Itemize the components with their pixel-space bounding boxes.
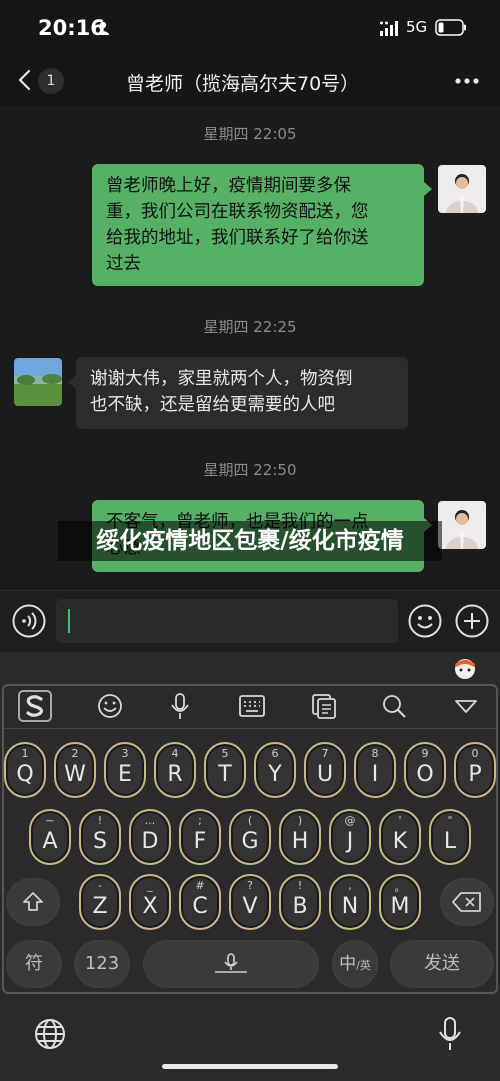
bubble-tail (68, 375, 76, 389)
more-options-icon[interactable] (452, 72, 482, 90)
key-g[interactable]: (G (229, 809, 271, 865)
key-k[interactable]: ' K (379, 809, 421, 865)
message-timestamp: 星期四 22:50 (203, 461, 297, 479)
key-c[interactable]: # C (179, 874, 221, 930)
bubble-tail (424, 182, 432, 196)
emoji-icon[interactable] (408, 604, 442, 638)
voice-input-icon[interactable] (12, 604, 46, 638)
key-a[interactable]: ~ A (29, 809, 71, 865)
key-l[interactable]: " L (429, 809, 471, 865)
language-label-sub: /英 (356, 959, 371, 972)
key-p[interactable]: 0P (454, 742, 496, 798)
key-m[interactable]: 。 M (379, 874, 421, 930)
message-line: 也不缺，还是留给更需要的人吧 (90, 395, 335, 415)
space-mic-icon (215, 953, 247, 973)
battery-icon (435, 19, 466, 36)
key-j[interactable]: @ J (329, 809, 371, 865)
key-t[interactable]: 5T (204, 742, 246, 798)
send-key[interactable]: 发送 (390, 940, 494, 988)
message-line: 曾老师晚上好，疫情期间要多保 (106, 176, 351, 196)
key-o[interactable]: 9O (404, 742, 446, 798)
unread-count-badge[interactable]: 1 (38, 68, 64, 94)
network-label: 5G (406, 18, 428, 36)
backspace-icon (452, 892, 481, 912)
person-icon (97, 21, 109, 35)
clipboard-icon[interactable] (306, 691, 342, 721)
my-avatar[interactable] (438, 165, 486, 213)
toolbar-divider (4, 728, 496, 729)
signal-icon (380, 21, 398, 36)
status-time: 20:16 (38, 16, 105, 40)
contact-avatar[interactable] (14, 358, 62, 406)
chat-header: 1 曾老师（揽海高尔夫70号） (0, 56, 500, 106)
message-bubble-outgoing[interactable]: 曾老师晚上好，疫情期间要多保 重，我们公司在联系物资配送，您 给我的地址，我们联… (92, 164, 424, 286)
key-f[interactable]: ; F (179, 809, 221, 865)
collapse-keyboard-icon[interactable] (448, 691, 484, 721)
overlay-caption: 绥化疫情地区包裹/绥化市疫情 (58, 521, 442, 561)
globe-icon[interactable] (33, 1017, 67, 1051)
sogou-logo-icon[interactable] (18, 690, 52, 722)
system-bottom-bar (0, 998, 500, 1081)
back-chevron-icon[interactable] (16, 68, 34, 92)
keyboard-toolbar (4, 686, 496, 726)
chat-history[interactable]: 星期四 22:05 曾老师晚上好，疫情期间要多保 重，我们公司在联系物资配送，您… (0, 106, 500, 590)
key-v[interactable]: ? V (229, 874, 271, 930)
space-key[interactable] (143, 940, 319, 988)
language-toggle-key[interactable]: 中/英 (332, 940, 378, 988)
plus-icon[interactable] (455, 604, 489, 638)
language-label-main: 中 (339, 954, 357, 974)
search-icon[interactable] (376, 691, 412, 721)
key-b[interactable]: ! B (279, 874, 321, 930)
key-i[interactable]: 8I (354, 742, 396, 798)
microphone-icon[interactable] (437, 1016, 463, 1052)
key-e[interactable]: 3E (104, 742, 146, 798)
key-d[interactable]: ... D (129, 809, 171, 865)
text-caret (68, 609, 70, 633)
my-avatar[interactable] (438, 501, 486, 549)
message-line: 过去 (106, 254, 141, 274)
message-line: 重，我们公司在联系物资配送，您 (106, 202, 369, 222)
key-n[interactable]: ,N (329, 874, 371, 930)
chat-title: 曾老师（揽海高尔夫70号） (126, 73, 360, 95)
key-y[interactable]: 6Y (254, 742, 296, 798)
microphone-icon[interactable] (162, 691, 198, 721)
message-bubble-incoming[interactable]: 谢谢大伟，家里就两个人，物资倒 也不缺，还是留给更需要的人吧 (76, 357, 408, 429)
key-s[interactable]: ! S (79, 809, 121, 865)
shift-key[interactable] (6, 878, 60, 926)
message-timestamp: 星期四 22:25 (203, 318, 297, 336)
numbers-key[interactable]: 123 (74, 940, 130, 988)
key-x[interactable]: _ X (129, 874, 171, 930)
keyboard-icon[interactable] (234, 691, 270, 721)
key-w[interactable]: 2W (54, 742, 96, 798)
message-line: 给我的地址，我们联系好了给你送 (106, 228, 369, 248)
key-u[interactable]: 7U (304, 742, 346, 798)
symbols-key[interactable]: 符 (6, 940, 62, 988)
home-indicator[interactable] (162, 1064, 338, 1069)
status-bar: 20:16 5G (0, 0, 500, 56)
keyboard-mascot-icon[interactable] (452, 656, 478, 680)
emoji-icon[interactable] (92, 691, 128, 721)
key-z[interactable]: -Z (79, 874, 121, 930)
key-r[interactable]: 4R (154, 742, 196, 798)
message-input[interactable] (56, 599, 398, 643)
backspace-key[interactable] (440, 878, 494, 926)
key-h[interactable]: ) H (279, 809, 321, 865)
input-bar (0, 590, 500, 652)
message-line: 谢谢大伟，家里就两个人，物资倒 (90, 369, 353, 389)
key-q[interactable]: 1Q (4, 742, 46, 798)
shift-icon (23, 892, 43, 911)
message-timestamp: 星期四 22:05 (203, 125, 297, 143)
